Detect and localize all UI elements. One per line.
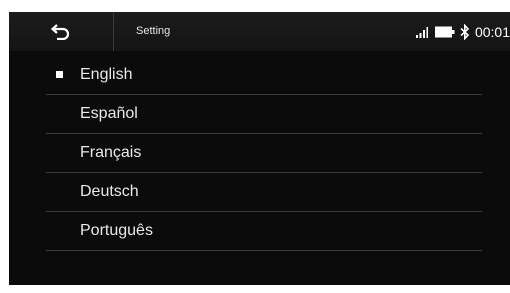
header-bar: Setting 00:01 [9,12,510,51]
bluetooth-icon [460,23,470,40]
language-list: English Español Français Deutsch Portugu… [46,56,482,251]
signal-icon [415,26,428,38]
back-button[interactable] [9,12,113,51]
language-item-espanol[interactable]: Español [46,95,482,134]
language-label: Français [80,144,142,161]
settings-screen: Setting 00:01 English Español Français D… [9,12,510,285]
status-bar: 00:01 [415,12,510,51]
language-item-english[interactable]: English [46,56,482,95]
selected-indicator-icon [56,71,63,78]
clock: 00:01 [474,23,510,40]
header-divider [113,12,114,51]
language-item-francais[interactable]: Français [46,134,482,173]
language-label: Português [80,222,153,239]
language-label: Deutsch [80,183,139,200]
language-item-portugues[interactable]: Português [46,212,482,251]
battery-icon [434,26,455,37]
page-title: Setting [136,25,171,37]
language-label: Español [80,105,138,122]
back-arrow-icon [51,23,70,40]
language-label: English [80,66,133,83]
language-item-deutsch[interactable]: Deutsch [46,173,482,212]
